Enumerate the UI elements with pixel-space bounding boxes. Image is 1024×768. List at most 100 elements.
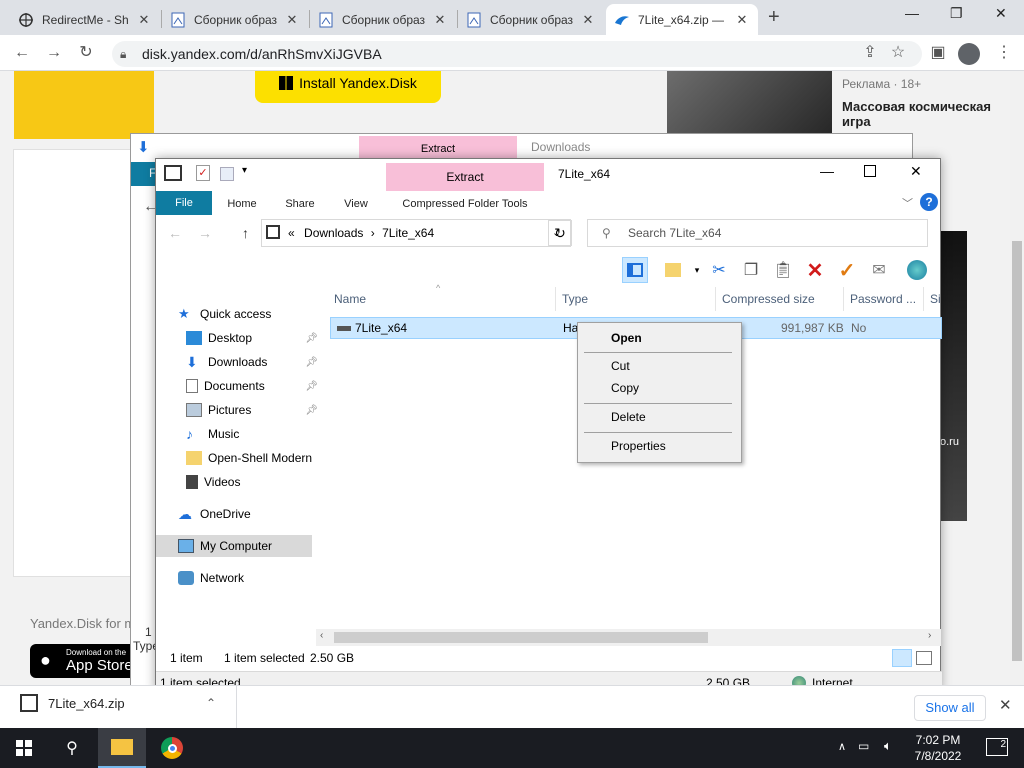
- column-password[interactable]: Password ...: [844, 287, 924, 311]
- tree-documents[interactable]: Documents 📌︎: [186, 375, 322, 397]
- menu-cut[interactable]: Cut: [578, 355, 741, 377]
- column-size[interactable]: Si: [924, 287, 942, 311]
- tree-open-shell[interactable]: Open-Shell Modern: [186, 447, 322, 469]
- show-all-button[interactable]: Show all: [914, 695, 986, 721]
- chevron-up-icon[interactable]: ∧: [838, 740, 846, 753]
- chevron-up-icon[interactable]: ⌃: [206, 696, 216, 710]
- side-panel-icon[interactable]: ▣: [926, 41, 950, 65]
- tree-desktop[interactable]: Desktop 📌︎: [186, 327, 322, 349]
- tree-network[interactable]: Network: [178, 567, 314, 589]
- back-icon[interactable]: ←: [10, 41, 34, 65]
- preview-pane-icon[interactable]: [622, 257, 648, 283]
- close-tab-icon[interactable]: ✕: [136, 12, 152, 28]
- tree-onedrive[interactable]: ☁ OneDrive: [178, 503, 314, 525]
- page-scrollbar-thumb[interactable]: [1012, 241, 1022, 661]
- bookmark-star-icon[interactable]: ☆: [886, 41, 910, 65]
- close-tab-icon[interactable]: ✕: [734, 12, 750, 28]
- tab-home[interactable]: Home: [218, 193, 266, 215]
- help-icon[interactable]: ?: [920, 193, 938, 211]
- menu-dots-icon[interactable]: ⋮: [992, 41, 1016, 65]
- menu-properties[interactable]: Properties: [578, 435, 741, 457]
- start-windows-icon[interactable]: [0, 728, 48, 768]
- tree-videos[interactable]: Videos: [186, 471, 322, 493]
- chevron-down-icon[interactable]: ▾: [242, 165, 247, 176]
- up-arrow-icon[interactable]: ↑: [242, 225, 249, 241]
- path-downloads[interactable]: Downloads: [304, 226, 363, 240]
- details-view-icon[interactable]: [892, 649, 912, 667]
- cut-icon[interactable]: ✂: [706, 257, 732, 283]
- new-folder-icon[interactable]: [220, 167, 234, 181]
- clipboard-icon[interactable]: 📋︎: [770, 257, 796, 283]
- app-store-button[interactable]: ● Download on the App Store: [30, 644, 140, 678]
- install-yandex-disk-button[interactable]: Install Yandex.Disk: [255, 71, 441, 103]
- globe-icon[interactable]: [904, 257, 930, 283]
- address-bar[interactable]: 🔒︎ disk.yandex.com/d/anRhSmvXiJGVBA: [112, 41, 922, 67]
- chevron-down-icon[interactable]: ﹀: [902, 195, 913, 211]
- file-explorer-taskbar-icon[interactable]: [98, 728, 146, 768]
- large-icons-view-icon[interactable]: [916, 651, 932, 665]
- maximize-icon[interactable]: [864, 165, 876, 177]
- tab-compressed-folder-tools[interactable]: Compressed Folder Tools: [388, 193, 542, 215]
- close-window-icon[interactable]: ✕: [995, 5, 1007, 22]
- volume-icon[interactable]: 🔈︎: [884, 738, 892, 754]
- new-tab-icon[interactable]: +: [768, 6, 780, 29]
- checkmark-icon[interactable]: ✓: [834, 257, 860, 283]
- browser-tab-active[interactable]: 7Lite_x64.zip — ✕: [606, 4, 758, 35]
- column-type[interactable]: Type: [556, 287, 716, 311]
- browser-tab[interactable]: RedirectMe - Sh ✕: [10, 4, 160, 35]
- forward-icon[interactable]: →: [42, 41, 66, 65]
- extract-tab[interactable]: Extract: [386, 163, 544, 191]
- column-compressed-size[interactable]: Compressed size: [716, 287, 844, 311]
- notification-icon[interactable]: 2: [986, 738, 1008, 756]
- menu-copy[interactable]: Copy: [578, 377, 741, 399]
- horizontal-scrollbar[interactable]: ‹ ›: [316, 629, 941, 646]
- tab-view[interactable]: View: [332, 193, 380, 215]
- tree-music[interactable]: ♪ Music: [186, 423, 322, 445]
- chrome-taskbar-icon[interactable]: [148, 728, 196, 768]
- search-box[interactable]: ⚲ Search 7Lite_x64: [587, 219, 928, 247]
- refresh-icon[interactable]: ↻: [548, 220, 572, 246]
- paste-folder-icon[interactable]: [660, 257, 686, 283]
- copy-icon[interactable]: ❐: [738, 257, 764, 283]
- close-tab-icon[interactable]: ✕: [432, 12, 448, 28]
- delete-x-icon[interactable]: ✕: [802, 257, 828, 283]
- ad-banner[interactable]: [940, 231, 967, 521]
- close-tab-icon[interactable]: ✕: [580, 12, 596, 28]
- minimize-icon[interactable]: —: [820, 163, 834, 179]
- path-7lite[interactable]: 7Lite_x64: [382, 226, 434, 240]
- back-arrow-icon[interactable]: ←: [168, 225, 182, 241]
- mail-icon[interactable]: ✉: [866, 257, 892, 283]
- browser-tab[interactable]: Сборник образ ✕: [458, 4, 604, 35]
- ad-text[interactable]: Реклама · 18+ Массовая космическая игра: [842, 77, 1012, 129]
- tree-my-computer[interactable]: My Computer: [156, 535, 312, 557]
- address-path[interactable]: « Downloads › 7Lite_x64 ⌄: [261, 219, 571, 247]
- close-tab-icon[interactable]: ✕: [284, 12, 300, 28]
- network-tray-icon[interactable]: ▭: [858, 739, 869, 753]
- forward-arrow-icon[interactable]: →: [198, 225, 212, 241]
- search-icon[interactable]: ⚲: [48, 728, 96, 768]
- restore-icon[interactable]: ❐: [950, 5, 963, 22]
- reload-icon[interactable]: ↻: [74, 41, 98, 65]
- download-item[interactable]: 7Lite_x64.zip ⌃: [48, 696, 218, 720]
- share-icon[interactable]: ⇪: [858, 41, 882, 65]
- properties-icon[interactable]: [164, 165, 182, 181]
- checkmark-doc-icon[interactable]: ✓: [196, 165, 210, 181]
- file-tab-back[interactable]: F: [131, 162, 157, 186]
- explorer-window[interactable]: ✓ ▾ Extract 7Lite_x64 — ✕ File Home Shar…: [155, 158, 942, 693]
- tree-pictures[interactable]: Pictures 📌︎: [186, 399, 322, 421]
- tree-downloads[interactable]: ⬇ Downloads 📌︎: [186, 351, 322, 373]
- scroll-right-icon[interactable]: ›: [928, 630, 931, 641]
- menu-delete[interactable]: Delete: [578, 406, 741, 428]
- tab-share[interactable]: Share: [276, 193, 324, 215]
- close-window-icon[interactable]: ✕: [910, 163, 922, 180]
- close-shelf-icon[interactable]: ✕: [999, 696, 1012, 714]
- scroll-left-icon[interactable]: ‹: [320, 630, 323, 641]
- minimize-icon[interactable]: —: [905, 5, 919, 21]
- scrollbar-thumb[interactable]: [334, 632, 708, 643]
- column-name[interactable]: Name: [328, 287, 556, 311]
- menu-open[interactable]: Open: [578, 327, 741, 349]
- browser-tab[interactable]: Сборник образ ✕: [162, 4, 308, 35]
- tree-quick-access[interactable]: ★ Quick access: [178, 303, 314, 325]
- clock[interactable]: 7:02 PM 7/8/2022: [900, 732, 976, 764]
- extract-tab-back[interactable]: Extract: [359, 136, 517, 160]
